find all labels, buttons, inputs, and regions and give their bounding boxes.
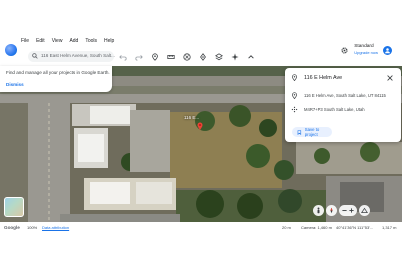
apps-icon — [385, 47, 390, 53]
scale-bar: 20 m — [282, 225, 291, 230]
search-box[interactable]: 116 East Helm Avenue, South Salt... — [28, 51, 115, 62]
google-brand: Google — [4, 225, 20, 230]
map-pin-icon[interactable] — [197, 122, 203, 130]
menu-bar: File Edit View Add Tools Help — [21, 38, 114, 44]
account-area: Standard Upgrade now — [340, 44, 392, 56]
layers-icon — [183, 53, 191, 61]
save-label: Save to project — [304, 127, 320, 137]
menu-tools[interactable]: Tools — [85, 38, 97, 44]
menu-add[interactable]: Add — [69, 38, 78, 44]
earth-logo[interactable] — [5, 44, 17, 56]
redo-button[interactable] — [134, 52, 144, 62]
voyager-button[interactable] — [198, 52, 208, 62]
projects-icon — [215, 53, 223, 61]
projects-tooltip: Find and manage all your projects in Goo… — [0, 66, 112, 92]
elevation: 1,317 m — [382, 225, 397, 230]
menu-file[interactable]: File — [21, 38, 29, 44]
upgrade-link[interactable]: Upgrade now — [354, 50, 378, 56]
collapse-button[interactable] — [246, 52, 256, 62]
ruler-icon — [167, 55, 175, 59]
gemini-button[interactable] — [230, 52, 240, 62]
map-style-button[interactable] — [182, 52, 192, 62]
zoom-in-icon[interactable] — [348, 207, 355, 214]
undo-icon — [119, 55, 127, 61]
sparkle-icon — [231, 53, 239, 61]
tooltip-text: Find and manage all your projects in Goo… — [6, 70, 110, 75]
measure-button[interactable] — [166, 52, 176, 62]
pin-icon — [152, 53, 158, 61]
search-icon — [32, 53, 38, 59]
place-address: 116 E Helm Ave, South Salt Lake, UT 8411… — [304, 93, 386, 98]
dismiss-button[interactable]: Dismiss — [6, 82, 24, 87]
data-attribution-link[interactable]: Data attribution — [42, 225, 69, 230]
place-card: 116 E Helm Ave 116 E Helm Ave, South Sal… — [285, 68, 401, 142]
top-toolbar: File Edit View Add Tools Help 116 East H… — [0, 0, 402, 66]
tilt-icon — [361, 207, 368, 213]
menu-edit[interactable]: Edit — [36, 38, 45, 44]
street-view-button[interactable] — [313, 205, 324, 216]
compass-button[interactable] — [326, 205, 337, 216]
search-input[interactable]: 116 East Helm Avenue, South Salt... — [41, 53, 115, 58]
camera-altitude: Camera: 1,460 m — [301, 225, 332, 230]
status-bar: Google 100% Data attribution 20 m Camera… — [0, 222, 402, 234]
plan-info[interactable]: Standard Upgrade now — [354, 44, 378, 56]
undo-button[interactable] — [118, 52, 128, 62]
close-icon[interactable] — [387, 75, 393, 81]
voyager-icon — [200, 53, 206, 61]
address-row: 116 E Helm Ave, South Salt Lake, UT 8411… — [291, 92, 386, 99]
coordinates: 40°41'36"N 111°53'... — [336, 225, 374, 230]
plus-code-row: M4R7+P3 South Salt Lake, Utah — [291, 106, 365, 113]
zoom-controls[interactable] — [339, 205, 357, 216]
menu-help[interactable]: Help — [104, 38, 114, 44]
plus-code: M4R7+P3 South Salt Lake, Utah — [304, 107, 365, 112]
map-style-thumbnail[interactable] — [4, 197, 24, 217]
location-icon — [292, 74, 297, 81]
menu-view[interactable]: View — [52, 38, 63, 44]
projects-button[interactable] — [214, 52, 224, 62]
place-title: 116 E Helm Ave — [304, 74, 343, 81]
tilt-button[interactable] — [359, 205, 370, 216]
gear-icon[interactable] — [340, 46, 349, 55]
map-controls — [313, 205, 370, 216]
bookmark-icon — [297, 129, 302, 135]
compass-icon — [330, 207, 333, 214]
redo-icon — [135, 55, 143, 61]
save-to-project-button[interactable]: Save to project — [292, 127, 332, 137]
location-icon — [292, 92, 297, 99]
add-placemark-button[interactable] — [150, 52, 160, 62]
chevron-up-icon — [248, 55, 254, 59]
zoom-out-icon[interactable] — [341, 207, 348, 214]
card-title-row: 116 E Helm Ave — [291, 74, 342, 81]
zoom-level[interactable]: 100% — [27, 225, 37, 230]
street-view-icon — [317, 207, 320, 214]
tool-icons — [118, 52, 256, 62]
google-earth-window: File Edit View Add Tools Help 116 East H… — [0, 0, 402, 234]
pin-label[interactable]: 116 E... — [184, 115, 199, 120]
avatar[interactable] — [383, 45, 392, 55]
plus-code-icon — [291, 106, 298, 113]
